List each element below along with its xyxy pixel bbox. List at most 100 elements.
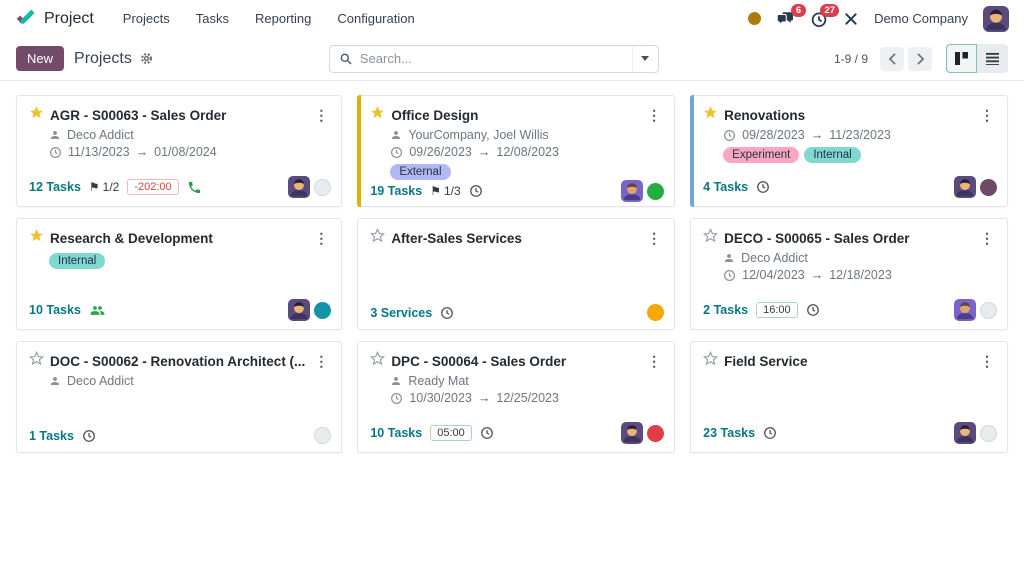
dates-row: 12/04/2023 → 12/18/2023 [723, 268, 997, 282]
favorite-star-icon[interactable] [703, 228, 718, 248]
nav-item-configuration[interactable]: Configuration [326, 5, 425, 32]
kebab-menu-icon[interactable]: ⋮ [644, 108, 664, 122]
project-title[interactable]: AGR - S00063 - Sales Order [50, 108, 305, 123]
app-name[interactable]: Project [44, 10, 94, 28]
clock-icon [723, 129, 736, 142]
tasks-count-link[interactable]: 10 Tasks [29, 303, 81, 317]
project-title[interactable]: Field Service [724, 354, 971, 369]
favorite-star-icon[interactable] [703, 105, 718, 125]
list-view-button[interactable] [977, 44, 1008, 73]
project-card-office-design[interactable]: Office Design ⋮ YourCompany, Joel Willis… [357, 95, 675, 207]
app-switcher[interactable]: Project [15, 8, 94, 29]
project-card-field-service[interactable]: Field Service ⋮ 23 Tasks [690, 341, 1008, 453]
nav-item-projects[interactable]: Projects [112, 5, 181, 32]
search-input[interactable] [360, 51, 632, 66]
new-button[interactable]: New [16, 46, 64, 71]
project-title[interactable]: DECO - S00065 - Sales Order [724, 231, 971, 246]
project-app-icon [15, 8, 36, 29]
kanban-status-dot[interactable] [314, 427, 331, 444]
project-card-renovations[interactable]: Renovations ⋮ 09/28/2023 → 11/23/2023 Ex… [690, 95, 1008, 207]
pager-area: 1-9 / 9 [834, 44, 1008, 73]
tasks-count-link[interactable]: 23 Tasks [703, 426, 755, 440]
pager-next-button[interactable] [908, 47, 932, 71]
assignee-avatar[interactable] [288, 176, 310, 198]
kebab-menu-icon[interactable]: ⋮ [977, 354, 997, 368]
tasks-count-link[interactable]: 3 Services [370, 306, 432, 320]
gear-icon[interactable] [139, 51, 154, 66]
assignee-avatar[interactable] [954, 422, 976, 444]
assignee-avatar[interactable] [621, 422, 643, 444]
project-title[interactable]: Research & Development [50, 231, 305, 246]
tools-button[interactable] [843, 11, 859, 27]
assignee-avatar[interactable] [954, 176, 976, 198]
kebab-menu-icon[interactable]: ⋮ [311, 231, 331, 245]
tasks-count-link[interactable]: 10 Tasks [370, 426, 422, 440]
clock-activity-icon[interactable] [806, 303, 820, 317]
project-card-dpc-s00064[interactable]: DPC - S00064 - Sales Order ⋮ Ready Mat 1… [357, 341, 675, 453]
project-title[interactable]: DPC - S00064 - Sales Order [391, 354, 638, 369]
project-card-doc-s00062[interactable]: DOC - S00062 - Renovation Architect (...… [16, 341, 342, 453]
messages-button[interactable]: 6 [776, 10, 795, 28]
pager-previous-button[interactable] [880, 47, 904, 71]
tasks-count-link[interactable]: 2 Tasks [703, 303, 748, 317]
kanban-status-dot[interactable] [314, 179, 331, 196]
favorite-star-icon[interactable] [29, 351, 44, 371]
chevron-left-icon [888, 53, 897, 65]
partner-name: Ready Mat [408, 374, 468, 388]
kebab-menu-icon[interactable]: ⋮ [977, 108, 997, 122]
kanban-status-dot[interactable] [980, 425, 997, 442]
project-card-after-sales-services[interactable]: After-Sales Services ⋮ 3 Services [357, 218, 675, 330]
flag-icon: ⚑ [430, 184, 441, 198]
favorite-star-icon[interactable] [703, 351, 718, 371]
people-activity-icon[interactable] [89, 303, 106, 318]
project-card-research-development[interactable]: Research & Development ⋮ Internal 10 Tas… [16, 218, 342, 330]
assignee-avatar[interactable] [954, 299, 976, 321]
kebab-menu-icon[interactable]: ⋮ [644, 231, 664, 245]
favorite-star-icon[interactable] [370, 351, 385, 371]
kanban-status-dot[interactable] [647, 425, 664, 442]
user-avatar[interactable] [983, 6, 1009, 32]
clock-activity-icon[interactable] [756, 180, 770, 194]
kebab-menu-icon[interactable]: ⋮ [977, 231, 997, 245]
kanban-status-dot[interactable] [314, 302, 331, 319]
project-card-deco-s00065[interactable]: DECO - S00065 - Sales Order ⋮ Deco Addic… [690, 218, 1008, 330]
partner-name: Deco Addict [741, 251, 808, 265]
nav-item-reporting[interactable]: Reporting [244, 5, 322, 32]
activities-button[interactable]: 27 [810, 10, 828, 28]
assignee-avatar[interactable] [288, 299, 310, 321]
clock-activity-icon[interactable] [480, 426, 494, 440]
kebab-menu-icon[interactable]: ⋮ [311, 108, 331, 122]
kanban-status-dot[interactable] [647, 183, 664, 200]
clock-activity-icon[interactable] [469, 184, 483, 198]
tag-internal: Internal [49, 253, 105, 269]
kebab-menu-icon[interactable]: ⋮ [644, 354, 664, 368]
project-card-agr-s00063[interactable]: AGR - S00063 - Sales Order ⋮ Deco Addict… [16, 95, 342, 207]
tasks-count-link[interactable]: 19 Tasks [370, 184, 422, 198]
kebab-menu-icon[interactable]: ⋮ [311, 354, 331, 368]
tasks-count-link[interactable]: 4 Tasks [703, 180, 748, 194]
kanban-view-button[interactable] [946, 44, 977, 73]
favorite-star-icon[interactable] [370, 105, 385, 125]
nav-item-tasks[interactable]: Tasks [185, 5, 240, 32]
project-title[interactable]: After-Sales Services [391, 231, 638, 246]
favorite-star-icon[interactable] [29, 105, 44, 125]
tasks-count-link[interactable]: 12 Tasks [29, 180, 81, 194]
kanban-status-dot[interactable] [647, 304, 664, 321]
clock-activity-icon[interactable] [82, 429, 96, 443]
clock-activity-icon[interactable] [763, 426, 777, 440]
project-title[interactable]: DOC - S00062 - Renovation Architect (... [50, 354, 305, 369]
kanban-status-dot[interactable] [980, 302, 997, 319]
project-title[interactable]: Office Design [391, 108, 638, 123]
tasks-count-link[interactable]: 1 Tasks [29, 429, 74, 443]
company-switcher[interactable]: Demo Company [874, 11, 968, 26]
kanban-status-dot[interactable] [980, 179, 997, 196]
user-avatar-image [983, 6, 1009, 32]
assignee-avatar[interactable] [621, 180, 643, 202]
phone-activity-icon[interactable] [187, 180, 202, 195]
project-title[interactable]: Renovations [724, 108, 971, 123]
search-dropdown-caret[interactable] [632, 46, 658, 72]
date-start: 12/04/2023 [742, 268, 805, 282]
clock-activity-icon[interactable] [440, 306, 454, 320]
favorite-star-icon[interactable] [370, 228, 385, 248]
favorite-star-icon[interactable] [29, 228, 44, 248]
